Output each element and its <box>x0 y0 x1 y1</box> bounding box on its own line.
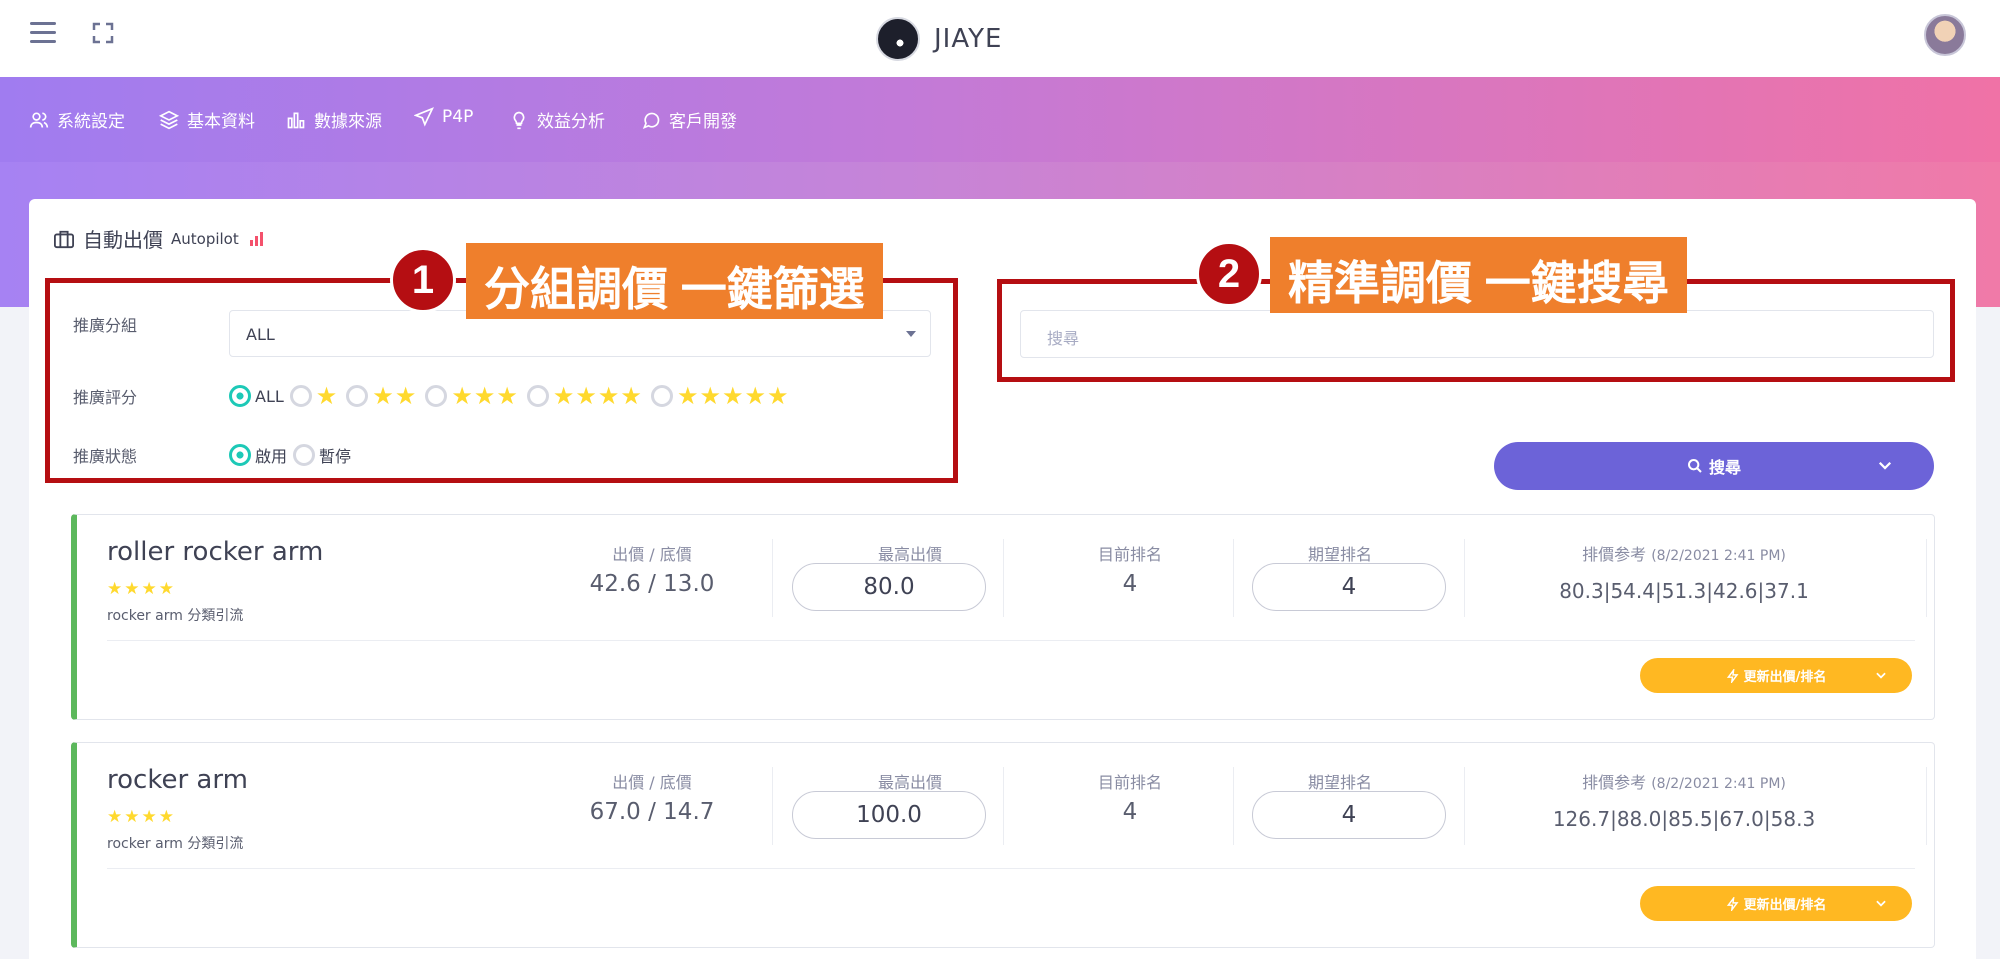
target-rank-input[interactable]: 4 <box>1252 791 1446 839</box>
bid-header: 出價 / 底價 <box>612 773 692 792</box>
brand[interactable]: JIAYE <box>876 14 1002 64</box>
layers-icon <box>159 110 179 129</box>
update-button-label: 更新出價/排名 <box>1743 898 1827 913</box>
product-stars: ★★★★ <box>107 579 176 599</box>
divider <box>1464 539 1465 617</box>
brand-logo <box>876 17 920 61</box>
fullscreen-icon[interactable] <box>92 22 114 44</box>
panel-title-text: 自動出價 <box>83 228 163 252</box>
target-rank-column: 期望排名 <box>1240 769 1440 793</box>
divider <box>772 539 773 617</box>
current-rank-value: 4 <box>1122 571 1138 597</box>
ref-header: 排價参考 <box>1582 773 1647 792</box>
nav-label: 基本資料 <box>187 112 255 132</box>
bid-column: 出價 / 底價 67.0 / 14.7 <box>577 769 727 825</box>
lightbulb-icon <box>513 111 525 129</box>
target-rank-header: 期望排名 <box>1307 545 1372 564</box>
nav-item-p4p[interactable]: P4P <box>414 107 473 127</box>
search-button-label: 搜尋 <box>1708 458 1741 477</box>
panel-subtitle: Autopilot <box>171 229 239 248</box>
divider <box>1003 767 1004 845</box>
divider <box>1233 767 1234 845</box>
ref-header: 排價参考 <box>1582 545 1647 564</box>
nav-label: 客戶開發 <box>669 112 737 132</box>
nav-label: 效益分析 <box>537 112 605 132</box>
divider <box>1464 767 1465 845</box>
target-rank-column: 期望排名 <box>1240 541 1440 565</box>
current-rank-column: 目前排名 4 <box>1070 769 1190 825</box>
search-button[interactable]: 搜尋 <box>1494 442 1934 490</box>
nav-item-data-source[interactable]: 數據來源 <box>286 107 382 132</box>
bid-value: 42.6 / 13.0 <box>589 571 715 597</box>
divider <box>1926 539 1927 617</box>
product-name: roller rocker arm <box>107 537 324 567</box>
chevron-down-icon <box>1878 461 1892 470</box>
bar-chart-icon <box>287 112 305 128</box>
chevron-down-icon <box>1876 672 1886 679</box>
send-icon <box>414 107 434 127</box>
annotation-badge-2: 2 <box>1196 241 1262 307</box>
product-desc: rocker arm 分類引流 <box>107 608 244 624</box>
panel-title: 自動出價 Autopilot <box>53 224 265 253</box>
annotation-badge-1: 1 <box>390 247 456 313</box>
product-desc: rocker arm 分類引流 <box>107 836 244 852</box>
nav-item-benefit-analysis[interactable]: 效益分析 <box>509 107 605 132</box>
bid-header: 出價 / 底價 <box>612 545 692 564</box>
current-rank-column: 目前排名 4 <box>1070 541 1190 597</box>
current-rank-header: 目前排名 <box>1097 773 1162 792</box>
divider <box>772 767 773 845</box>
annotation-banner-1: 分組調價 一鍵篩選 <box>466 243 883 319</box>
target-rank-input[interactable]: 4 <box>1252 563 1446 611</box>
users-icon <box>29 112 49 128</box>
row-divider <box>107 868 1915 869</box>
target-rank-header: 期望排名 <box>1307 773 1372 792</box>
signal-bars-icon <box>249 231 263 246</box>
lightning-icon <box>1726 896 1739 911</box>
top-bar: JIAYE <box>0 0 2000 77</box>
main-nav: 系統設定 基本資料 數據來源 P4P 效益分析 客戶開發 <box>0 77 2000 162</box>
product-row: roller rocker arm ★★★★ rocker arm 分類引流 出… <box>71 514 1935 720</box>
avatar[interactable] <box>1924 14 1966 56</box>
bid-column: 出價 / 底價 42.6 / 13.0 <box>577 541 727 597</box>
nav-label: P4P <box>442 107 474 127</box>
ref-date: (8/2/2021 2:41 PM) <box>1651 548 1786 564</box>
divider <box>1926 767 1927 845</box>
briefcase-icon <box>54 230 74 248</box>
max-bid-input[interactable]: 80.0 <box>792 563 986 611</box>
max-bid-input[interactable]: 100.0 <box>792 791 986 839</box>
nav-label: 數據來源 <box>314 112 382 132</box>
divider <box>1003 539 1004 617</box>
nav-label: 系統設定 <box>57 112 125 132</box>
max-bid-header: 最高出價 <box>877 545 942 564</box>
row-divider <box>107 640 1915 641</box>
ref-date: (8/2/2021 2:41 PM) <box>1651 776 1786 792</box>
chat-icon <box>642 112 660 129</box>
brand-name: JIAYE <box>934 24 1003 54</box>
search-icon <box>1687 459 1702 473</box>
update-button-label: 更新出價/排名 <box>1743 670 1827 685</box>
max-bid-header: 最高出價 <box>877 773 942 792</box>
max-bid-column: 最高出價 <box>810 769 1010 793</box>
ref-values: 126.7|88.0|85.5|67.0|58.3 <box>1552 807 1816 831</box>
update-bid-rank-button[interactable]: 更新出價/排名 <box>1640 658 1912 693</box>
chevron-down-icon <box>1876 900 1886 907</box>
nav-item-system-settings[interactable]: 系統設定 <box>29 107 125 132</box>
product-row: rocker arm ★★★★ rocker arm 分類引流 出價 / 底價 … <box>71 742 1935 948</box>
annotation-banner-2: 精準調價 一鍵搜尋 <box>1270 237 1687 313</box>
hamburger-menu-icon[interactable] <box>30 22 56 48</box>
product-stars: ★★★★ <box>107 807 176 827</box>
lightning-icon <box>1726 668 1739 683</box>
bid-value: 67.0 / 14.7 <box>589 799 715 825</box>
update-bid-rank-button[interactable]: 更新出價/排名 <box>1640 886 1912 921</box>
current-rank-header: 目前排名 <box>1097 545 1162 564</box>
ref-column: 排價参考 (8/2/2021 2:41 PM) 126.7|88.0|85.5|… <box>1504 769 1864 831</box>
ref-column: 排價参考 (8/2/2021 2:41 PM) 80.3|54.4|51.3|4… <box>1504 541 1864 603</box>
max-bid-column: 最高出價 <box>810 541 1010 565</box>
ref-values: 80.3|54.4|51.3|42.6|37.1 <box>1559 579 1809 603</box>
nav-item-customer-development[interactable]: 客戶開發 <box>641 107 737 132</box>
divider <box>1233 539 1234 617</box>
product-name: rocker arm <box>107 765 248 795</box>
current-rank-value: 4 <box>1122 799 1138 825</box>
nav-item-basic-data[interactable]: 基本資料 <box>159 107 255 132</box>
